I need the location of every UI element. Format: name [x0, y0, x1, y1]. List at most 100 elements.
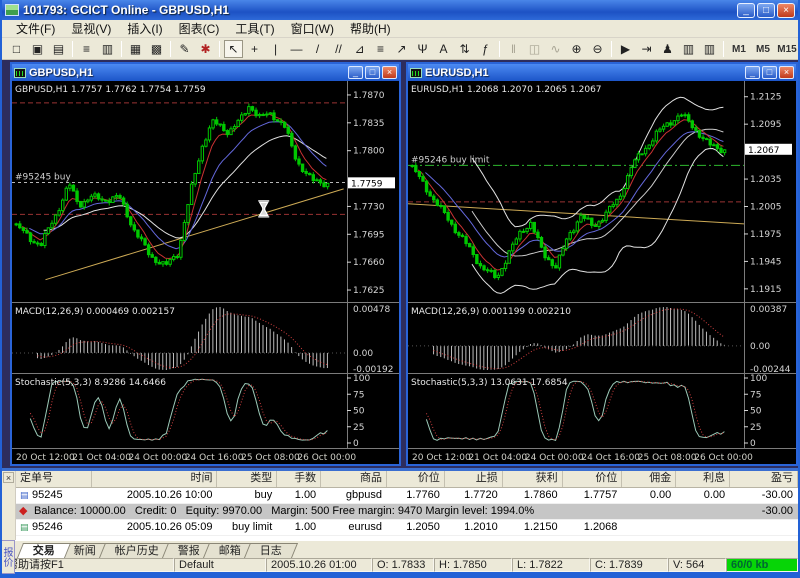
toolbar-separator: [723, 41, 724, 57]
indicators-button[interactable]: ƒ: [476, 40, 495, 58]
svg-text:50: 50: [750, 407, 762, 417]
table-cell: 1.00: [277, 520, 321, 535]
order-row-95246[interactable]: ▤ 952462005.10.26 05:09buy limit1.00euru…: [16, 520, 798, 536]
chart-minimize-button[interactable]: _: [348, 66, 363, 79]
svg-text:25: 25: [750, 423, 761, 433]
svg-text:EURUSD,H1 1.2068 1.2070 1.206: EURUSD,H1 1.2068 1.2070 1.2065 1.2067: [411, 85, 602, 95]
auto-scroll-button[interactable]: ▶: [616, 40, 635, 58]
order-doc-icon: ▤: [20, 488, 29, 503]
zoom-out-button[interactable]: ⊖: [588, 40, 607, 58]
terminal-panel-button[interactable]: ▦: [126, 40, 145, 58]
svg-text:75: 75: [353, 390, 364, 400]
svg-text:1.1975: 1.1975: [750, 230, 782, 240]
toolbar-separator: [170, 41, 171, 57]
gbpusd-chart-canvas[interactable]: #95245 buy1.78701.78351.78001.77301.7695…: [12, 81, 399, 464]
terminal-gutter: × 报价: [2, 471, 16, 540]
horizontal-line-button[interactable]: —: [287, 40, 306, 58]
svg-text:24 Oct 00:00: 24 Oct 00:00: [525, 453, 584, 463]
chart-maximize-button[interactable]: □: [365, 66, 380, 79]
status-high: H: 1.7850: [434, 558, 512, 572]
table-cell: 1.7757: [563, 488, 623, 503]
menu-item-0[interactable]: 文件(F): [8, 19, 63, 38]
save-button[interactable]: ▣: [28, 40, 47, 58]
timeframe-m5-button[interactable]: M5: [752, 40, 774, 58]
svg-text:1.7835: 1.7835: [353, 119, 385, 129]
chart-minimize-button[interactable]: _: [745, 66, 760, 79]
chart-window-2-button[interactable]: ▥: [700, 40, 719, 58]
chart-window-eurusd-titlebar[interactable]: EURUSD,H1 _ □ ×: [408, 64, 796, 81]
balance-diamond-icon: ◆: [16, 504, 30, 519]
zoom-in-button[interactable]: ⊕: [567, 40, 586, 58]
fibo-fan-button[interactable]: ⊿: [350, 40, 369, 58]
svg-text:MACD(12,26,9) 0.000469 0.002: MACD(12,26,9) 0.000469 0.002157: [15, 307, 175, 317]
trendline-button[interactable]: /: [308, 40, 327, 58]
menu-item-1[interactable]: 显视(V): [63, 19, 119, 38]
new-chart-button[interactable]: □: [7, 40, 26, 58]
vertical-line-button[interactable]: |: [266, 40, 285, 58]
print-button[interactable]: ▤: [49, 40, 68, 58]
quotes-side-tab[interactable]: 报价: [2, 540, 15, 574]
table-cell: 1.2050: [387, 520, 445, 535]
table-cell: [676, 520, 730, 535]
terminal-tab-交易[interactable]: 交易: [17, 543, 71, 558]
table-cell: 获利: [503, 471, 563, 487]
svg-text:100: 100: [750, 374, 767, 384]
table-cell: 0.00: [676, 488, 730, 503]
menu-item-4[interactable]: 工具(T): [227, 19, 282, 38]
terminal-tab-日志[interactable]: 日志: [244, 543, 298, 558]
chart-close-button[interactable]: ×: [779, 66, 794, 79]
close-button[interactable]: ×: [777, 3, 795, 18]
status-open: O: 1.7833: [372, 558, 434, 572]
restore-button[interactable]: □: [757, 3, 775, 18]
status-profile[interactable]: Default: [174, 558, 266, 572]
svg-text:Stochastic(5,3,3) 13.0631 17: Stochastic(5,3,3) 13.0631 17.6854: [411, 378, 568, 388]
svg-text:1.7800: 1.7800: [353, 147, 385, 157]
profiles-button[interactable]: ≡: [77, 40, 96, 58]
candlestick-chart-button: ◫: [525, 40, 544, 58]
menu-item-6[interactable]: 帮助(H): [342, 19, 399, 38]
bar-chart-button: ‖: [504, 40, 523, 58]
menu-item-3[interactable]: 图表(C): [171, 19, 228, 38]
status-help: 帮助请按F1: [2, 558, 174, 572]
crosshair-button[interactable]: +: [245, 40, 264, 58]
svg-text:100: 100: [353, 374, 370, 384]
chart-window-1-button[interactable]: ▥: [679, 40, 698, 58]
chart-shift-button[interactable]: ⇥: [637, 40, 656, 58]
chart-window-title: GBPUSD,H1: [29, 67, 346, 79]
arrow-symbols-button[interactable]: ⇅: [455, 40, 474, 58]
menu-item-5[interactable]: 窗口(W): [283, 19, 342, 38]
svg-text:MACD(12,26,9) 0.001199 0.002: MACD(12,26,9) 0.001199 0.002210: [411, 307, 571, 317]
strategy-tester-button[interactable]: ♟: [658, 40, 677, 58]
balance-row[interactable]: ◆Balance: 10000.00 Credit: 0 Equity: 997…: [16, 504, 798, 520]
order-row-95245[interactable]: ▤ 952452005.10.26 10:00buy1.00gbpusd1.77…: [16, 488, 798, 504]
svg-text:0: 0: [353, 439, 359, 449]
chart-properties-button[interactable]: ▩: [147, 40, 166, 58]
text-tool-button[interactable]: A: [434, 40, 453, 58]
table-cell: 商品: [321, 471, 387, 487]
timeframe-m15-button[interactable]: M15: [776, 40, 798, 58]
svg-text:21 Oct 04:00: 21 Oct 04:00: [72, 453, 131, 463]
status-traffic: 60/0 kb: [726, 558, 798, 572]
table-cell: buy: [217, 488, 277, 503]
new-order-button[interactable]: ✱: [196, 40, 215, 58]
chart-window-gbpusd-titlebar[interactable]: GBPUSD,H1 _ □ ×: [12, 64, 399, 81]
arrow-tool-button[interactable]: ↗: [392, 40, 411, 58]
timeframe-m1-button[interactable]: M1: [728, 40, 750, 58]
terminal-close-button[interactable]: ×: [3, 472, 14, 483]
chart-close-button[interactable]: ×: [382, 66, 397, 79]
chart-maximize-button[interactable]: □: [762, 66, 777, 79]
eurusd-chart-canvas[interactable]: #95246 buy limit1.21251.20951.20351.2005…: [408, 81, 796, 464]
svg-text:0.00: 0.00: [750, 342, 770, 352]
minimize-button[interactable]: _: [737, 3, 755, 18]
market-watch-button[interactable]: ▥: [98, 40, 117, 58]
toolbar: □▣▤≡▥▦▩✎✱↖+|—///⊿≡↗ΨA⇅ƒ‖◫∿⊕⊖▶⇥♟▥▥M1M5M15…: [2, 38, 798, 60]
cursor-button[interactable]: ↖: [224, 40, 243, 58]
svg-text:26 Oct 00:00: 26 Oct 00:00: [297, 453, 356, 463]
equidistant-channel-button[interactable]: //: [329, 40, 348, 58]
status-low: L: 1.7822: [512, 558, 590, 572]
menu-item-2[interactable]: 插入(I): [119, 19, 170, 38]
table-cell: 1.7860: [503, 488, 563, 503]
attach-button[interactable]: ✎: [175, 40, 194, 58]
fibo-retracement-button[interactable]: ≡: [371, 40, 390, 58]
pitchfork-button[interactable]: Ψ: [413, 40, 432, 58]
